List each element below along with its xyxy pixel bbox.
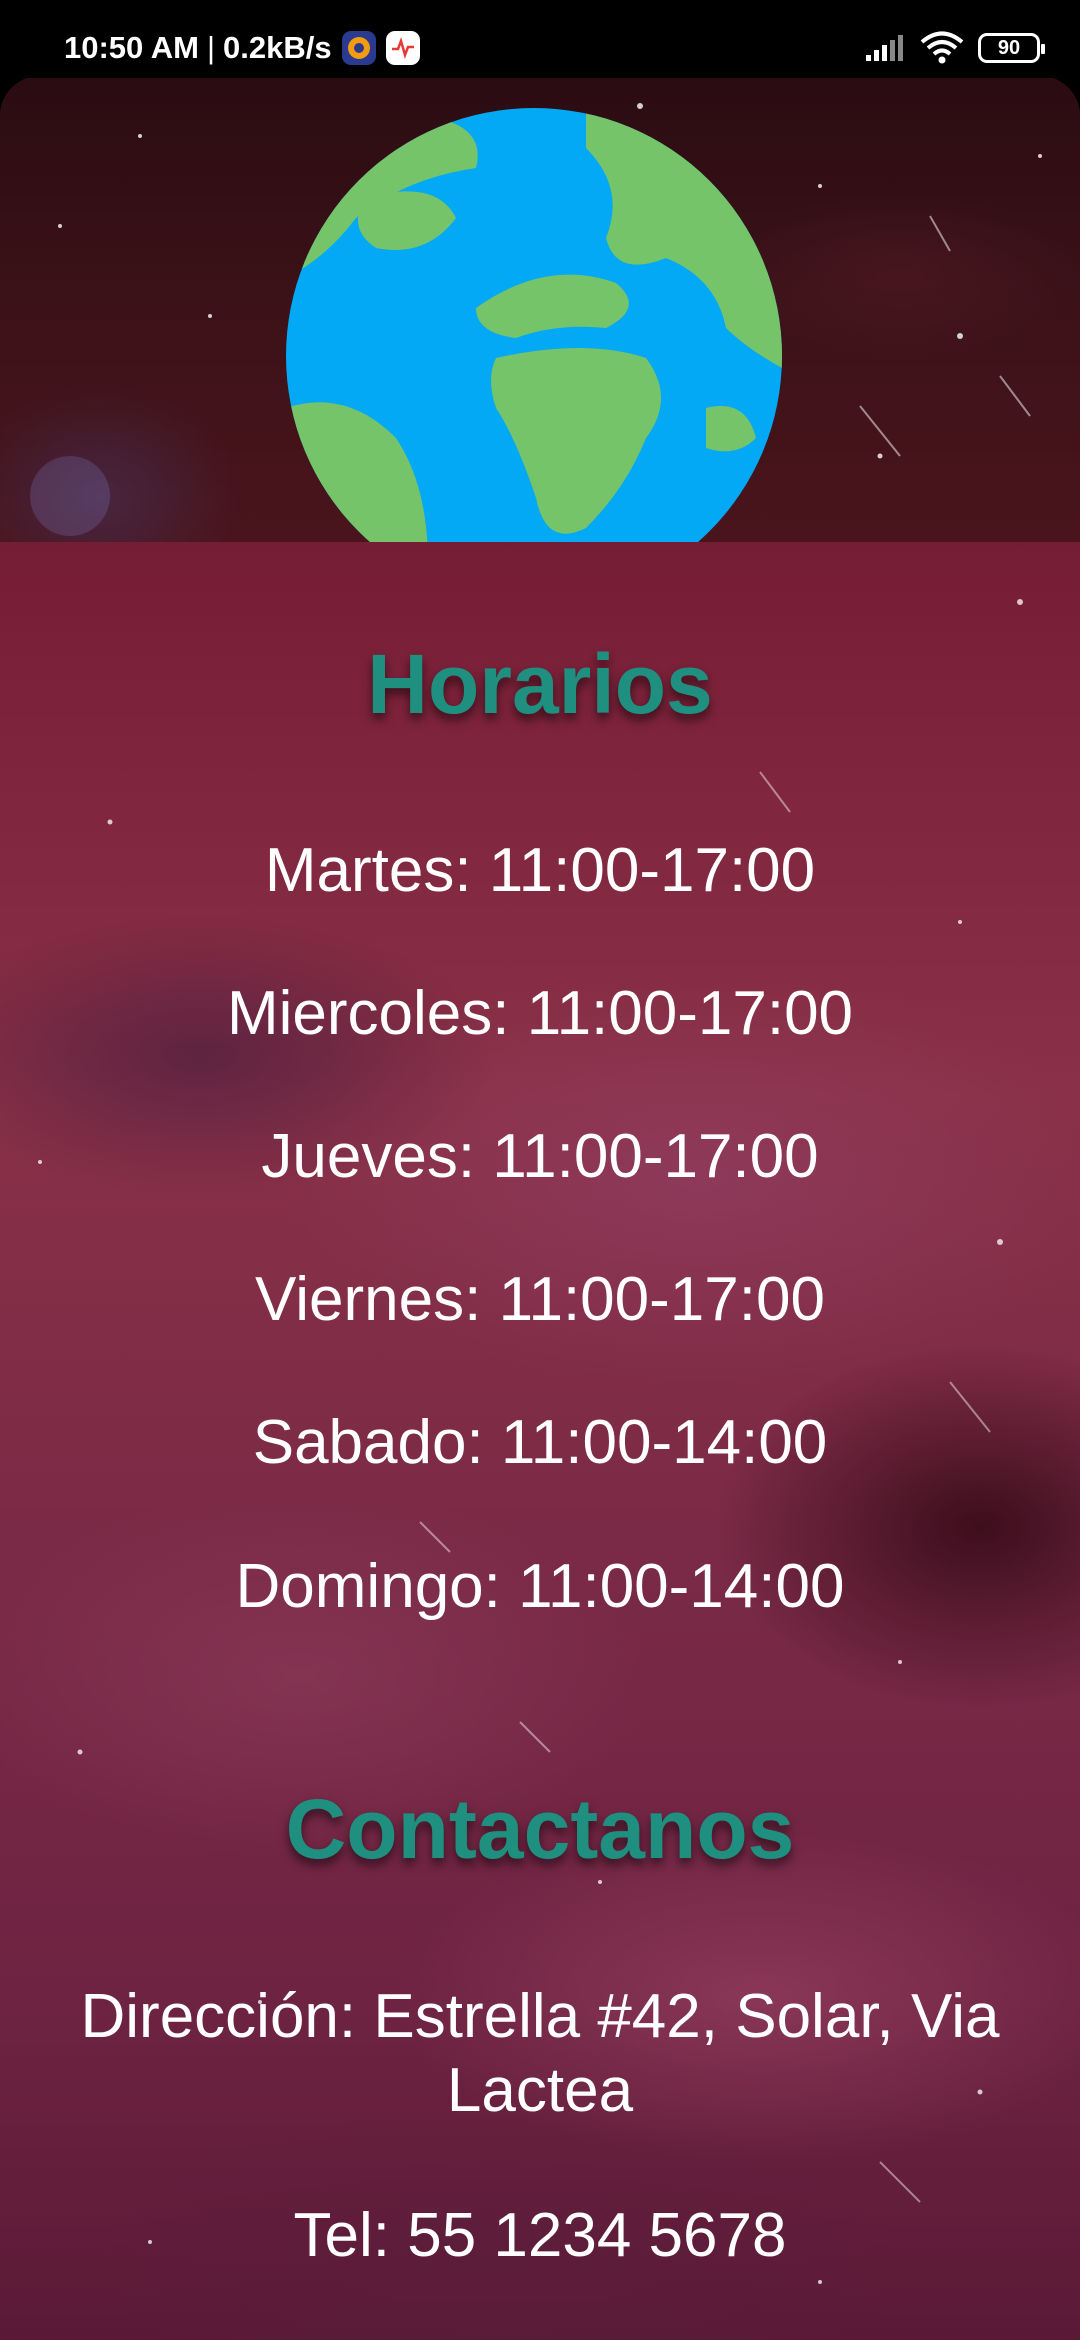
app-notification-icon	[341, 31, 376, 65]
schedule-title: Horarios	[367, 637, 713, 731]
contact-title: Contactanos	[285, 1782, 795, 1876]
status-bar-left: 10:50 AM | 0.2kB/s	[64, 24, 420, 72]
status-bar-right: 90	[864, 28, 1045, 68]
heartbeat-app-icon	[385, 31, 420, 65]
schedule-row-thursday: Jueves: 11:00-17:00	[261, 1122, 819, 1191]
app-screen: Horarios Martes: 11:00-17:00 Miercoles: …	[0, 76, 1080, 2340]
status-separator: |	[206, 30, 216, 65]
schedule-row-saturday: Sabado: 11:00-14:00	[252, 1408, 828, 1477]
signal-icon	[866, 35, 903, 61]
status-bar: 10:50 AM | 0.2kB/s 90	[0, 0, 1080, 78]
schedule-row-sunday: Domingo: 11:00-14:00	[235, 1552, 845, 1621]
wifi-icon	[920, 31, 964, 64]
contact-address: Dirección: Estrella #42, Solar, Via Lact…	[80, 1982, 1000, 2125]
battery-level: 90	[997, 36, 1021, 59]
schedule-row-friday: Viernes: 11:00-17:00	[255, 1265, 825, 1334]
header-banner	[0, 76, 1080, 542]
status-time: 10:50 AM	[64, 30, 199, 65]
schedule-row-wednesday: Miercoles: 11:00-17:00	[226, 979, 854, 1048]
schedule-row-tuesday: Martes: 11:00-17:00	[264, 836, 816, 905]
battery-icon: 90	[978, 33, 1045, 63]
network-speed: 0.2kB/s	[223, 30, 332, 65]
earth-globe-icon	[286, 108, 782, 542]
contact-phone: Tel: 55 1234 5678	[293, 2201, 787, 2270]
